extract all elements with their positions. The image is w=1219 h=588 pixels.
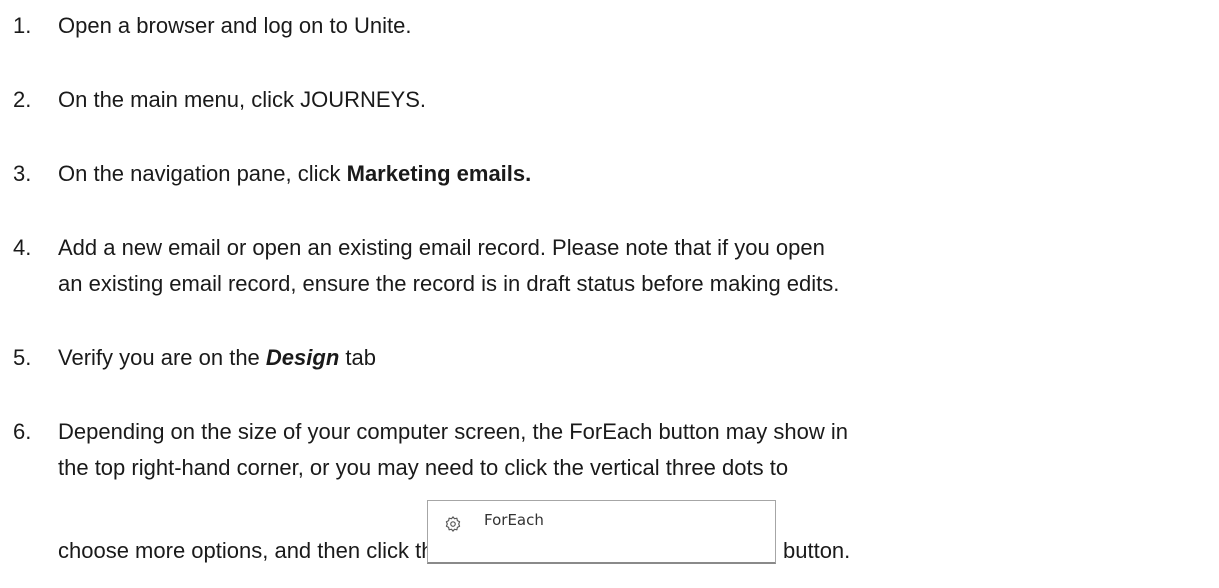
step-text-prefix: On the navigation pane, click — [58, 161, 347, 186]
step-number: 1. — [13, 13, 32, 38]
step-text-line: the top right-hand corner, or you may ne… — [58, 455, 789, 480]
foreach-button[interactable]: ForEach — [427, 500, 776, 564]
step-text: Verify you are on the Design tab — [58, 340, 1208, 376]
step-text-line: button. — [783, 538, 851, 563]
marketing-emails-label: Marketing emails. — [346, 161, 532, 186]
design-tab-label: Design — [265, 345, 340, 370]
step-text-prefix: Verify you are on the — [58, 345, 266, 370]
step-text: On the main menu, click JOURNEYS. — [58, 87, 427, 112]
step-number: 4. — [13, 235, 32, 260]
step-text: Add a new email or open an existing emai… — [58, 230, 1208, 302]
step-number: 5. — [13, 345, 32, 370]
step-text-line: Depending on the size of your computer s… — [58, 419, 848, 444]
step-number: 2. — [13, 87, 32, 112]
step-text-line: an existing email record, ensure the rec… — [58, 271, 840, 296]
step-number: 3. — [13, 161, 32, 186]
step-text-suffix: tab — [339, 345, 376, 370]
gear-icon — [445, 516, 461, 532]
step-text: Open a browser and log on to Unite. — [58, 13, 412, 38]
step-text: Depending on the size of your computer s… — [58, 414, 1208, 486]
step-number: 6. — [13, 419, 32, 444]
foreach-button-label: ForEach — [484, 511, 544, 529]
step-text-line: Add a new email or open an existing emai… — [58, 235, 825, 260]
step-text: On the navigation pane, click Marketing … — [58, 156, 1208, 192]
